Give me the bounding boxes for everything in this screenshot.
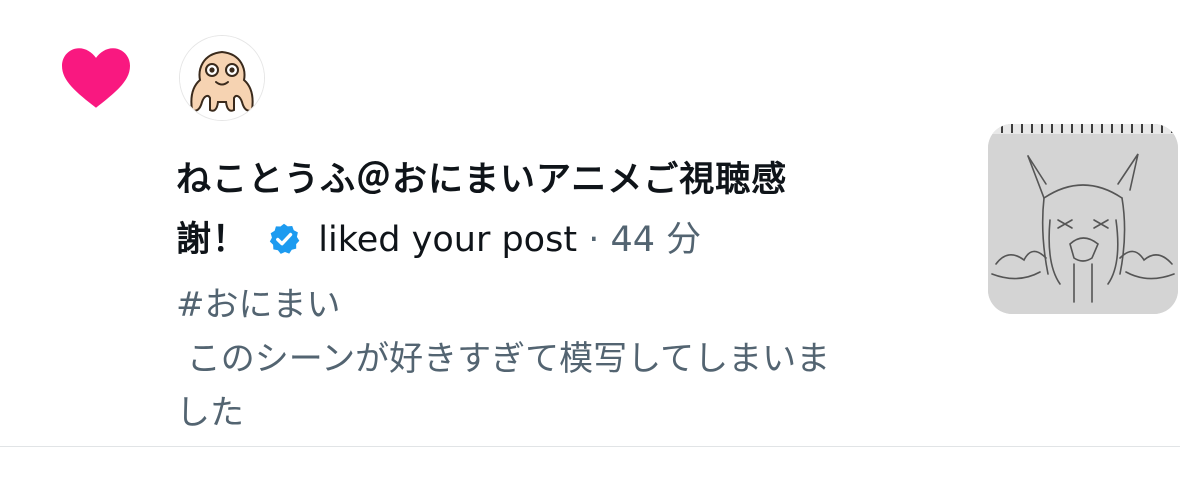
avatar-image bbox=[180, 36, 264, 120]
timestamp: 44 分 bbox=[610, 220, 702, 260]
action-text: liked your post bbox=[318, 220, 578, 260]
post-text-line1: #おにまい bbox=[176, 285, 341, 325]
avatar[interactable] bbox=[180, 36, 264, 120]
separator-dot: · bbox=[588, 220, 600, 260]
notification-content: ねことうふ＠おにまいアニメご視聴感 謝！ liked your post · 4… bbox=[176, 150, 946, 440]
post-thumbnail[interactable] bbox=[988, 124, 1178, 314]
user-name-line2[interactable]: 謝！ bbox=[176, 220, 248, 260]
heart-icon bbox=[62, 48, 130, 108]
divider bbox=[0, 446, 1180, 447]
notification-headline: ねことうふ＠おにまいアニメご視聴感 謝！ liked your post · 4… bbox=[176, 150, 946, 270]
user-name-line1[interactable]: ねことうふ＠おにまいアニメご視聴感 bbox=[176, 160, 787, 200]
post-text-line2: このシーンが好きすぎて模写してしまいま bbox=[176, 339, 831, 379]
sketch-image bbox=[988, 124, 1178, 314]
post-text-line3: した bbox=[176, 393, 244, 433]
post-text[interactable]: #おにまい このシーンが好きすぎて模写してしまいま した bbox=[176, 278, 946, 440]
notification-item[interactable]: ねことうふ＠おにまいアニメご視聴感 謝！ liked your post · 4… bbox=[0, 0, 1180, 447]
verified-badge-icon bbox=[269, 223, 300, 254]
